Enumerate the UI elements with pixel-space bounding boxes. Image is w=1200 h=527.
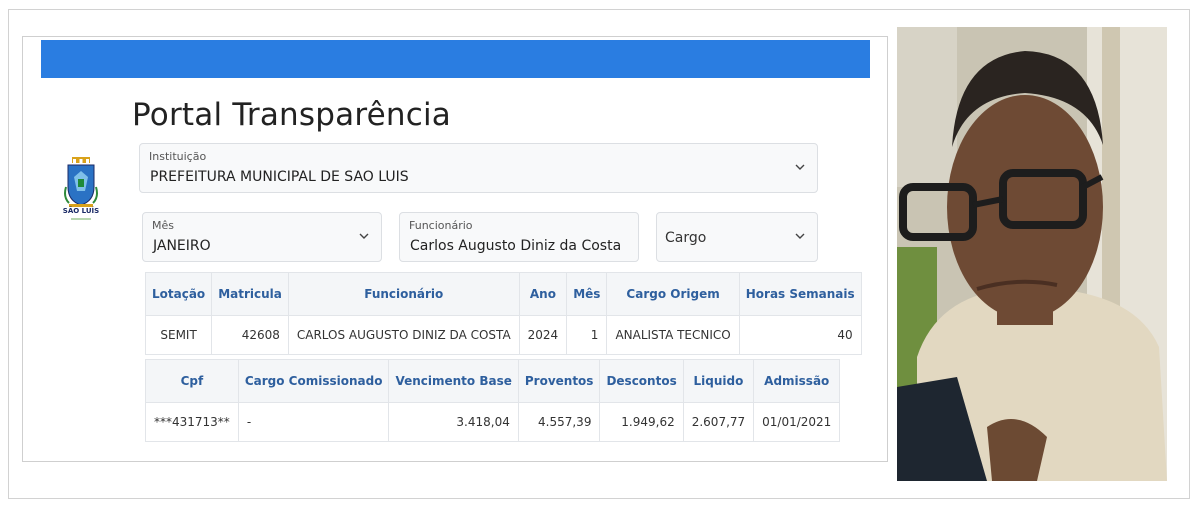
table-cell: 2024 <box>518 315 568 355</box>
column-header: Vencimento Base <box>388 359 519 403</box>
table-cell: 42608 <box>211 315 289 355</box>
table-cell: SEMIT <box>144 315 213 355</box>
top-bar <box>41 40 870 78</box>
chevron-down-icon <box>359 233 369 239</box>
column-header: Cpf <box>145 359 239 403</box>
column-header: Liquido <box>682 359 755 403</box>
table-cell: 4.557,39 <box>517 402 601 442</box>
portal-screenshot: Portal Transparência SÃO LUÍS Instituiçã… <box>22 36 888 462</box>
column-header: Cargo Origem <box>606 272 740 316</box>
cargo-select[interactable]: Cargo <box>656 212 818 262</box>
funcionario-value: Carlos Augusto Diniz da Costa <box>410 238 622 254</box>
funcionario-table: Lotação Matricula Funcionário Ano Mês Ca… <box>144 272 862 355</box>
chevron-down-icon <box>795 233 805 239</box>
instituicao-label: Instituição <box>149 150 207 163</box>
column-header: Cargo Comissionado <box>237 359 390 403</box>
column-header: Matricula <box>211 272 289 316</box>
page-title: Portal Transparência <box>132 97 451 133</box>
table-row: SEMIT 42608 CARLOS AUGUSTO DINIZ DA COST… <box>144 315 862 355</box>
funcionario-label: Funcionário <box>409 219 473 232</box>
table-cell: CARLOS AUGUSTO DINIZ DA COSTA <box>287 315 520 355</box>
table-row: ***431713** - 3.418,04 4.557,39 1.949,62… <box>145 402 841 442</box>
mes-label: Mês <box>152 219 174 232</box>
table-cell: 40 <box>738 315 862 355</box>
logo-caption: SÃO LUÍS <box>62 207 100 215</box>
column-header: Lotação <box>144 272 213 316</box>
column-header: Horas Semanais <box>738 272 862 316</box>
table-cell: 2.607,77 <box>682 402 755 442</box>
table-cell: 1 <box>566 315 608 355</box>
instituicao-select[interactable]: Instituição PREFEITURA MUNICIPAL DE SAO … <box>139 143 818 193</box>
person-photo <box>897 27 1167 481</box>
table-cell: 3.418,04 <box>388 402 519 442</box>
remuneracao-table: Cpf Cargo Comissionado Vencimento Base P… <box>145 359 841 442</box>
table-cell: - <box>237 402 390 442</box>
table-cell: ***431713** <box>145 402 239 442</box>
instituicao-value: PREFEITURA MUNICIPAL DE SAO LUIS <box>150 169 409 185</box>
table-cell: ANALISTA TECNICO <box>606 315 740 355</box>
table-cell: 01/01/2021 <box>753 402 841 442</box>
mes-value: JANEIRO <box>153 238 211 254</box>
cargo-placeholder: Cargo <box>665 230 707 246</box>
column-header: Proventos <box>517 359 601 403</box>
chevron-down-icon <box>795 164 805 170</box>
column-header: Descontos <box>599 359 684 403</box>
column-header: Ano <box>518 272 568 316</box>
table-header-row: Lotação Matricula Funcionário Ano Mês Ca… <box>144 272 862 316</box>
funcionario-input[interactable]: Funcionário Carlos Augusto Diniz da Cost… <box>399 212 639 262</box>
table-header-row: Cpf Cargo Comissionado Vencimento Base P… <box>145 359 841 403</box>
column-header: Admissão <box>753 359 841 403</box>
column-header: Mês <box>566 272 608 316</box>
table-cell: 1.949,62 <box>599 402 684 442</box>
column-header: Funcionário <box>287 272 520 316</box>
mes-select[interactable]: Mês JANEIRO <box>142 212 382 262</box>
